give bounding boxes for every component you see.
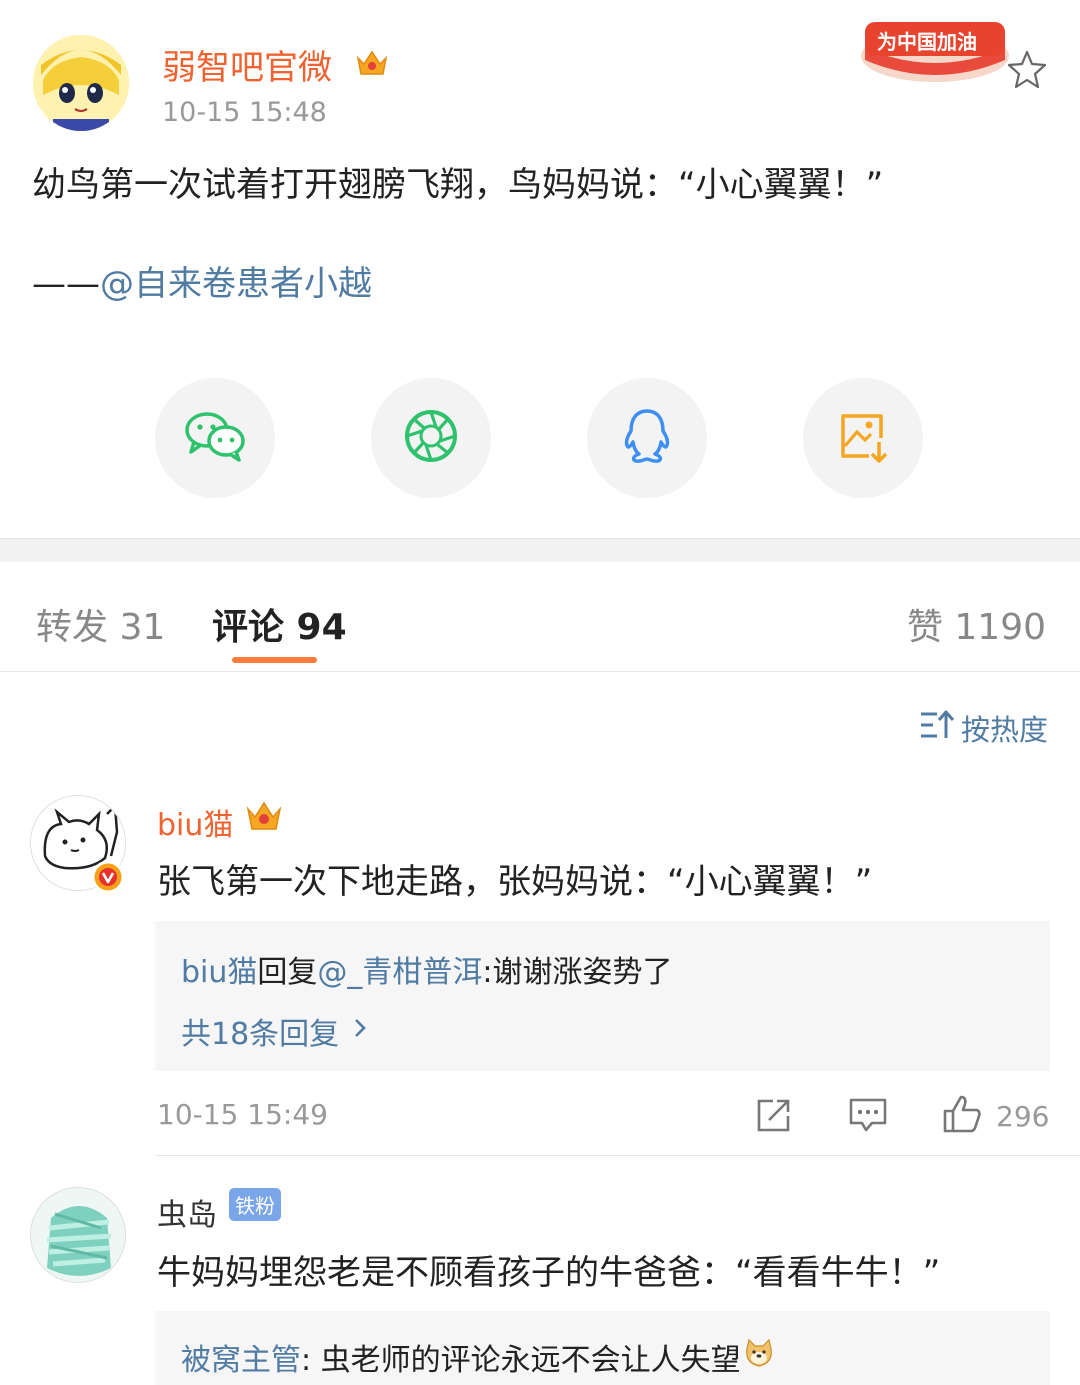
share-moments-button[interactable]: [371, 378, 491, 498]
save-image-button[interactable]: [803, 378, 923, 498]
section-divider: [0, 538, 1080, 562]
author-name[interactable]: 弱智吧官微: [162, 40, 332, 89]
thumbs-up-icon: [942, 1094, 982, 1138]
tab-repost[interactable]: 转发 31: [36, 598, 165, 650]
reply-preview: 被窝主管: 虫老师的评论永远不会让人失望: [181, 1335, 775, 1379]
tab-comments[interactable]: 评论 94: [212, 598, 347, 650]
wechat-icon: [184, 410, 246, 466]
reply-text: : 虫老师的评论永远不会让人失望: [301, 1343, 741, 1378]
commenter-name[interactable]: biu猫: [157, 800, 233, 844]
credit-prefix: ——: [32, 264, 100, 304]
comment-text: 牛妈妈埋怨老是不顾看孩子的牛爸爸：“看看牛牛！”: [157, 1253, 941, 1293]
commenter-name[interactable]: 虫岛: [157, 1190, 217, 1234]
credit-mention-link[interactable]: @自来卷患者小越: [100, 264, 372, 304]
more-replies-label: 共18条回复: [181, 1017, 340, 1052]
crown-badge-icon: [354, 44, 390, 84]
post-text: 幼鸟第一次试着打开翅膀飞翔，鸟妈妈说：“小心翼翼！”: [32, 165, 884, 205]
active-tab-indicator: [232, 657, 317, 663]
reply-author-link[interactable]: biu猫: [181, 955, 257, 990]
cheer-china-banner[interactable]: 为中国加油: [855, 8, 1015, 88]
tab-likes[interactable]: 赞 1190: [907, 598, 1046, 650]
replies-box[interactable]: biu猫回复@_青柑普洱:谢谢涨姿势了 共18条回复: [155, 921, 1050, 1071]
doge-emoji-icon: [743, 1337, 775, 1377]
like-count: 296: [996, 1099, 1050, 1133]
reply-author-link[interactable]: 被窝主管: [181, 1335, 301, 1379]
star-favorite-icon[interactable]: [1006, 48, 1048, 94]
view-all-replies-link[interactable]: 共18条回复: [181, 1009, 369, 1053]
reply-text: :谢谢涨姿势了: [482, 955, 673, 990]
sort-icon: [919, 708, 955, 749]
comment-separator: [155, 1155, 1080, 1156]
iron-fan-badge: 铁粉: [229, 1188, 281, 1221]
share-wechat-button[interactable]: [155, 378, 275, 498]
share-comment-icon[interactable]: [755, 1096, 793, 1138]
reply-preview: biu猫回复@_青柑普洱:谢谢涨姿势了: [181, 947, 673, 991]
post-time: 10-15 15:48: [162, 97, 327, 128]
save-image-icon: [835, 408, 891, 468]
chevron-right-icon: [351, 1014, 369, 1049]
qq-icon: [621, 407, 673, 469]
comment-time: 10-15 15:49: [157, 1098, 328, 1131]
like-comment-button[interactable]: 296: [942, 1094, 1049, 1138]
reply-target-link[interactable]: @_青柑普洱: [317, 955, 482, 990]
reply-word: 回复: [257, 955, 318, 990]
comment-text: 张飞第一次下地走路，张妈妈说：“小心翼翼！”: [157, 862, 873, 902]
sort-by-hot-button[interactable]: 按热度: [919, 707, 1048, 749]
post-credit: ——@自来卷患者小越: [32, 262, 372, 306]
verified-v-icon: [91, 860, 125, 898]
banner-text: 为中国加油: [877, 30, 977, 54]
crown-badge-icon: [244, 795, 284, 839]
tabs-bottom-border: [0, 671, 1080, 672]
sort-label: 按热度: [960, 713, 1048, 747]
reply-comment-icon[interactable]: [848, 1096, 888, 1138]
moments-icon: [403, 408, 459, 468]
replies-box[interactable]: 被窝主管: 虫老师的评论永远不会让人失望: [155, 1311, 1050, 1385]
author-avatar[interactable]: [33, 35, 129, 131]
share-qq-button[interactable]: [587, 378, 707, 498]
comment-avatar[interactable]: [30, 1187, 126, 1283]
